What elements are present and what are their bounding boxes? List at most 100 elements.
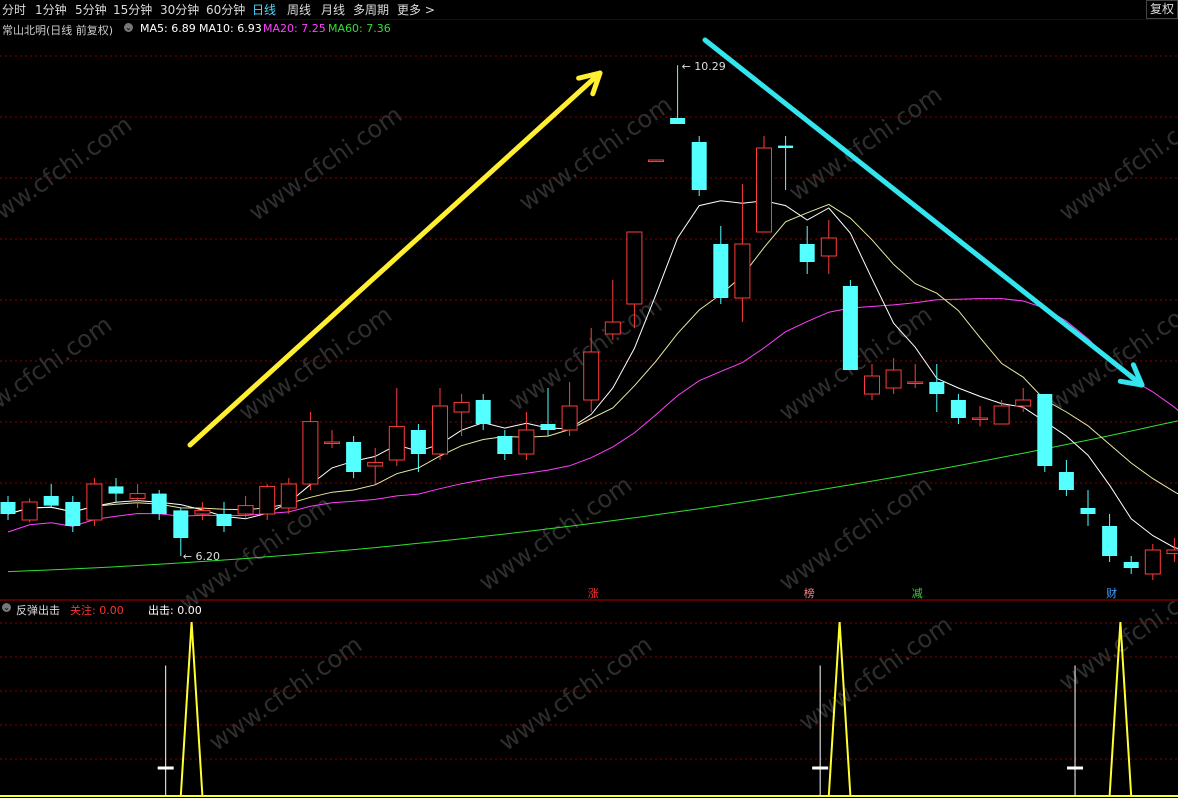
candle-body xyxy=(216,514,232,526)
indicator-strike: 出击: 0.00 xyxy=(148,604,202,617)
ma10-value: MA10: 6.93 xyxy=(199,22,262,35)
ma5-value: MA5: 6.89 xyxy=(140,22,196,35)
toolbar-item-4[interactable]: 30分钟 xyxy=(160,1,199,18)
toolbar-item-8[interactable]: 月线 xyxy=(321,1,345,18)
candle-body xyxy=(108,486,124,494)
candle-body xyxy=(885,369,902,389)
stock-title: 常山北明(日线 前复权) xyxy=(2,24,114,37)
toolbar-item-7[interactable]: 周线 xyxy=(287,1,311,18)
event-marker: 涨 xyxy=(588,587,599,600)
main-chart-info: 常山北明(日线 前复权) ⌄ MA5: 6.89 MA10: 6.93 MA20… xyxy=(0,21,1178,37)
candle-body xyxy=(713,244,729,298)
candle-body xyxy=(43,496,59,506)
watermark-text: www.cfchi.com xyxy=(0,310,117,436)
candle-body xyxy=(65,502,81,526)
watermark-text: www.cfchi.com xyxy=(0,110,137,236)
candle-body xyxy=(173,510,189,538)
indicator-info: ⌄ 反弹出击 关注: 0.00 出击: 0.00 xyxy=(0,601,1178,617)
candle-body xyxy=(626,231,643,305)
candle-body xyxy=(1144,549,1161,575)
candle-body xyxy=(194,509,211,515)
candle-body xyxy=(1123,562,1139,568)
event-marker: 榜 xyxy=(804,586,815,600)
candle-body xyxy=(1058,472,1074,490)
toolbar-item-0[interactable]: 分时 xyxy=(2,1,26,18)
period-toolbar: 分时 1分钟 5分钟 15分钟 30分钟 60分钟 日线 周线 月线 多周期 更多 > xyxy=(0,0,1178,19)
candle-body xyxy=(497,436,513,454)
watermark-text: www.cfchi.com xyxy=(774,470,937,596)
toolbar-item-1[interactable]: 1分钟 xyxy=(35,1,67,18)
candle-body xyxy=(367,461,384,467)
candle-body xyxy=(670,118,686,124)
high-price-label: ← 10.29 xyxy=(682,60,726,73)
candle-body xyxy=(604,321,621,335)
candle-body xyxy=(583,351,600,401)
candle-body xyxy=(21,501,38,521)
watermark-text: www.cfchi.com xyxy=(474,470,637,596)
watermark-text: www.cfchi.com xyxy=(494,630,657,756)
candle-body xyxy=(280,483,297,509)
candle-body xyxy=(410,430,426,454)
low-price-label: ← 6.20 xyxy=(183,550,220,563)
toolbar-item-3[interactable]: 15分钟 xyxy=(113,1,152,18)
candle-body xyxy=(1015,399,1032,407)
stock-chart[interactable]: www.cfchi.com www.cfchi.com www.cfchi.com w… xyxy=(0,0,1178,798)
candle-body xyxy=(1037,394,1053,466)
candle-body xyxy=(972,417,988,420)
toolbar-item-5[interactable]: 60分钟 xyxy=(206,1,245,18)
candle-body xyxy=(842,286,858,370)
candle-body xyxy=(648,159,664,162)
candle-body xyxy=(907,381,924,384)
watermark-text: www.cfchi.com xyxy=(1044,290,1178,416)
watermark-text: www.cfchi.com xyxy=(234,300,397,426)
ma20-value: MA20: 7.25 xyxy=(263,22,326,35)
candle-body xyxy=(950,400,966,418)
candle-body xyxy=(540,424,556,430)
toolbar-item-6[interactable]: 日线 xyxy=(252,1,276,18)
candle-body xyxy=(237,505,254,515)
watermark-text: www.cfchi.com xyxy=(794,610,957,736)
candle-body xyxy=(302,421,319,485)
candle-body xyxy=(734,243,751,299)
candle-body xyxy=(1080,508,1096,514)
candle-body xyxy=(151,493,167,514)
candle-body xyxy=(929,382,945,394)
candle-body xyxy=(561,405,578,431)
collapse-icon[interactable]: ⌄ xyxy=(124,23,133,32)
candle-body xyxy=(453,401,470,413)
candle-body xyxy=(432,405,448,455)
candle-body xyxy=(691,142,707,190)
candle-body xyxy=(778,145,794,148)
candle-body xyxy=(1166,549,1178,555)
fq-button[interactable]: 复权 xyxy=(1146,0,1178,19)
candle-body xyxy=(86,483,103,521)
candle-body xyxy=(388,425,405,461)
indicator-focus: 关注: 0.00 xyxy=(70,604,124,617)
candle-body xyxy=(518,429,535,455)
candle-body xyxy=(993,405,1010,425)
candle-body xyxy=(475,400,491,424)
event-marker: 财 xyxy=(1106,586,1117,600)
candle-body xyxy=(756,147,772,233)
candle-body xyxy=(799,244,815,262)
toolbar-item-2[interactable]: 5分钟 xyxy=(75,1,107,18)
watermark-text: www.cfchi.com xyxy=(784,80,947,206)
candle-body xyxy=(0,502,16,514)
event-marker: 减 xyxy=(912,587,923,600)
watermark-text: www.cfchi.com xyxy=(514,90,677,216)
toolbar-item-10[interactable]: 更多 > xyxy=(397,1,435,18)
indicator-name: 反弹出击 xyxy=(16,604,60,617)
candle-body xyxy=(820,237,837,257)
candle-body xyxy=(129,493,146,499)
indicator-collapse-icon[interactable]: ⌄ xyxy=(2,603,11,612)
watermark-text: www.cfchi.com xyxy=(204,630,367,756)
candle-body xyxy=(346,442,362,472)
ma60-value: MA60: 7.36 xyxy=(328,22,391,35)
watermark-text: www.cfchi.com xyxy=(1054,100,1178,226)
candle-body xyxy=(1102,526,1118,556)
candle-body xyxy=(259,485,276,515)
candle-body xyxy=(864,375,880,395)
candle-body xyxy=(324,441,340,444)
toolbar-item-9[interactable]: 多周期 xyxy=(353,1,389,18)
watermark-text: www.cfchi.com xyxy=(244,100,407,226)
